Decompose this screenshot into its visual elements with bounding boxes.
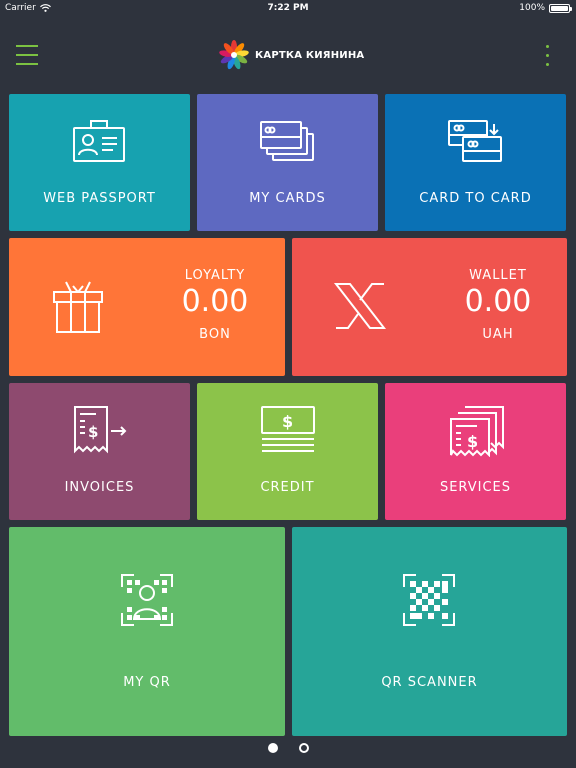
services-receipt-icon: $ bbox=[447, 405, 507, 457]
card-to-card-tile[interactable]: CARD TO CARD bbox=[385, 94, 566, 231]
web-passport-label: WEB PASSPORT bbox=[43, 191, 156, 206]
navbar: КАРТКА КИЯНИНА bbox=[0, 18, 576, 92]
invoice-icon: $ bbox=[71, 405, 131, 457]
clock: 7:22 PM bbox=[267, 3, 309, 13]
credit-tile[interactable]: $ CREDIT bbox=[197, 383, 378, 520]
status-bar: Carrier 7:22 PM 100% bbox=[0, 0, 576, 18]
battery-percent: 100% bbox=[519, 3, 545, 13]
qr-scanner-label: QR SCANNER bbox=[381, 675, 478, 690]
card-to-card-label: CARD TO CARD bbox=[419, 191, 532, 206]
wallet-tile[interactable]: WALLET 0.00 UAH bbox=[292, 238, 567, 376]
svg-text:$: $ bbox=[88, 423, 98, 441]
svg-text:$: $ bbox=[467, 432, 478, 451]
my-qr-label: MY QR bbox=[123, 675, 171, 690]
more-vertical-icon[interactable] bbox=[538, 43, 558, 69]
battery-icon bbox=[549, 3, 572, 13]
svg-text:$: $ bbox=[282, 412, 293, 431]
id-card-icon bbox=[71, 118, 127, 164]
my-cards-label: MY CARDS bbox=[249, 191, 326, 206]
wallet-balance: WALLET 0.00 UAH bbox=[448, 268, 548, 342]
loyalty-unit: BON bbox=[199, 327, 231, 342]
credit-label: CREDIT bbox=[260, 480, 315, 495]
loyalty-tile[interactable]: LOYALTY 0.00 BON bbox=[9, 238, 285, 376]
battery-indicator: 100% bbox=[519, 3, 572, 13]
qr-scan-icon bbox=[402, 573, 456, 627]
flower-logo-icon bbox=[219, 40, 249, 70]
page-dot-2[interactable] bbox=[299, 743, 309, 753]
invoices-tile[interactable]: $ INVOICES bbox=[9, 383, 190, 520]
page-dot-1[interactable] bbox=[268, 743, 278, 753]
loyalty-value: 0.00 bbox=[181, 284, 249, 319]
invoices-label: INVOICES bbox=[64, 480, 135, 495]
credit-icon: $ bbox=[260, 405, 316, 455]
cards-stack-icon bbox=[259, 118, 317, 164]
wallet-title: WALLET bbox=[469, 268, 527, 283]
services-tile[interactable]: $ SERVICES bbox=[385, 383, 566, 520]
page-indicator bbox=[0, 742, 576, 756]
my-cards-tile[interactable]: MY CARDS bbox=[197, 94, 378, 231]
qr-scanner-tile[interactable]: QR SCANNER bbox=[292, 527, 567, 736]
services-label: SERVICES bbox=[439, 480, 512, 495]
card-transfer-icon bbox=[447, 118, 505, 164]
web-passport-tile[interactable]: WEB PASSPORT bbox=[9, 94, 190, 231]
wallet-value: 0.00 bbox=[464, 284, 532, 319]
loyalty-balance: LOYALTY 0.00 BON bbox=[165, 268, 265, 342]
loyalty-title: LOYALTY bbox=[184, 268, 246, 283]
qr-person-icon bbox=[120, 573, 174, 627]
my-qr-tile[interactable]: MY QR bbox=[9, 527, 285, 736]
app-title: КАРТКА КИЯНИНА bbox=[255, 49, 365, 61]
app-logo: КАРТКА КИЯНИНА bbox=[219, 40, 364, 70]
hamburger-menu-icon[interactable] bbox=[16, 45, 38, 65]
gift-icon bbox=[49, 278, 107, 336]
x-logo-icon bbox=[332, 280, 388, 332]
wallet-unit: UAH bbox=[482, 327, 514, 342]
